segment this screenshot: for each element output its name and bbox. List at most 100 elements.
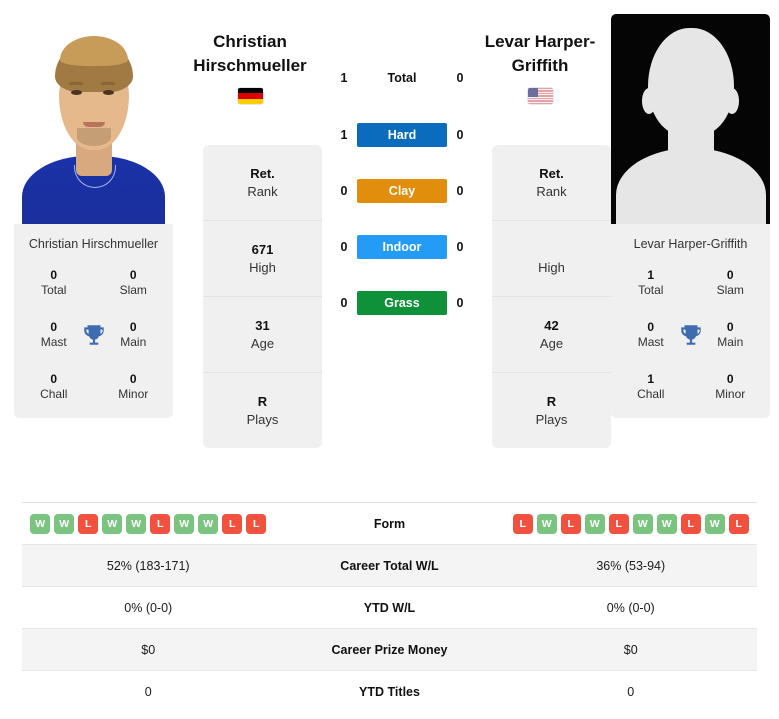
stats-table: WWLWWLWWLL Form LWLWLWWLWL 52% (183-171)…	[22, 502, 757, 712]
titles-minor-label: Minor	[715, 387, 746, 401]
titles-total: 0 Total	[14, 268, 94, 298]
surface-total-left-value: 1	[340, 71, 348, 85]
profile-high-value: 671	[251, 241, 274, 257]
titles-slam: 0 Slam	[691, 268, 771, 298]
surface-grass-right-value: 0	[456, 296, 464, 310]
profile-age: 42 Age	[492, 297, 611, 373]
surface-row-clay[interactable]: 0 Clay 0	[322, 177, 482, 205]
form-badge-loss: L	[78, 513, 99, 534]
titles-chall-value: 0	[50, 372, 58, 386]
surface-hard-bar[interactable]: Hard	[357, 123, 447, 147]
titles-chall-value: 1	[647, 372, 655, 386]
surface-row-hard[interactable]: 1 Hard 0	[322, 121, 482, 149]
form-badge-loss: L	[608, 513, 629, 534]
profile-age-label: Age	[250, 335, 275, 351]
profile-high-label: High	[538, 259, 565, 275]
titles-slam-value: 0	[129, 268, 137, 282]
player-left-name-line1: Christian	[213, 32, 287, 51]
player-right-header: Levar Harper- Griffith	[460, 30, 620, 104]
surface-total-label: Total	[387, 71, 417, 85]
row-label-career-wl: Career Total W/L	[340, 558, 439, 573]
row-label-ytd-titles: YTD Titles	[359, 684, 420, 699]
profile-age: 31 Age	[203, 297, 322, 373]
profile-plays-label: Plays	[246, 411, 279, 427]
profile-plays: R Plays	[492, 373, 611, 448]
form-badge-win: W	[656, 513, 677, 534]
player-left-name-caption: Christian Hirschmueller	[28, 237, 159, 251]
profile-plays: R Plays	[203, 373, 322, 448]
titles-minor-value: 0	[726, 372, 734, 386]
form-badge-win: W	[632, 513, 653, 534]
profile-plays-value: R	[546, 393, 557, 409]
form-left: WWLWWLWWLL	[22, 513, 275, 534]
player-left-card[interactable]: Christian Hirschmueller 0 Total 0 Slam 0…	[14, 14, 173, 418]
player-left-profile-column: Ret. Rank 671 High 31 Age R Plays	[203, 145, 322, 448]
profile-high: 671 High	[203, 221, 322, 297]
form-badge-win: W	[30, 513, 51, 534]
surface-row-indoor[interactable]: 0 Indoor 0	[322, 233, 482, 261]
profile-age-label: Age	[539, 335, 564, 351]
profile-rank-label: Rank	[536, 183, 567, 199]
player-right-titles-card: Levar Harper-Griffith 1 Total 0 Slam 0 M…	[611, 224, 770, 418]
surface-indoor-left-value: 0	[340, 240, 348, 254]
surface-indoor-right-value: 0	[456, 240, 464, 254]
titles-total-value: 0	[50, 268, 58, 282]
ytd-wl-left: 0% (0-0)	[124, 600, 173, 615]
avatar-placeholder-icon	[611, 14, 770, 224]
player-right-card[interactable]: Levar Harper-Griffith 1 Total 0 Slam 0 M…	[611, 14, 770, 418]
table-row-ytd-titles: 0 YTD Titles 0	[22, 671, 757, 712]
form-badges-right: LWLWLWWLWL	[505, 513, 758, 534]
profile-rank-value: Ret.	[539, 165, 564, 181]
surface-grass-bar[interactable]: Grass	[357, 291, 447, 315]
player-right-profile-column: Ret. Rank High 42 Age R Plays	[492, 145, 611, 448]
form-badge-loss: L	[680, 513, 701, 534]
form-badge-loss: L	[246, 513, 267, 534]
table-row-ytd-wl: 0% (0-0) YTD W/L 0% (0-0)	[22, 587, 757, 629]
ytd-titles-right: 0	[627, 684, 635, 699]
profile-rank-label: Rank	[247, 183, 278, 199]
titles-slam-label: Slam	[716, 283, 744, 297]
surface-clay-bar[interactable]: Clay	[357, 179, 447, 203]
form-badge-loss: L	[728, 513, 749, 534]
surface-clay-right-value: 0	[456, 184, 464, 198]
prize-money-right: $0	[623, 642, 638, 657]
table-row-form: WWLWWLWWLL Form LWLWLWWLWL	[22, 503, 757, 545]
player-right-titles-grid: 1 Total 0 Slam 0 Mast 0 Main 1 Chall 0 M…	[611, 268, 770, 402]
row-label-ytd-wl: YTD W/L	[363, 600, 416, 615]
profile-rank: Ret. Rank	[492, 145, 611, 221]
profile-age-value: 31	[255, 317, 270, 333]
form-badge-win: W	[536, 513, 557, 534]
row-label-prize-money: Career Prize Money	[331, 642, 448, 657]
player-right-name-line2: Griffith	[511, 56, 569, 75]
trophy-icon	[83, 325, 104, 345]
table-row-prize-money: $0 Career Prize Money $0	[22, 629, 757, 671]
form-badge-win: W	[54, 513, 75, 534]
surface-row-total: 1 Total 0	[322, 64, 482, 92]
head-to-head-comparison: Christian Hirschmueller 0 Total 0 Slam 0…	[0, 0, 779, 719]
career-wl-right: 36% (53-94)	[596, 558, 666, 573]
form-badge-win: W	[704, 513, 725, 534]
surface-clay-left-value: 0	[340, 184, 348, 198]
table-row-career-wl: 52% (183-171) Career Total W/L 36% (53-9…	[22, 545, 757, 587]
form-badge-loss: L	[560, 513, 581, 534]
player-right-name-caption: Levar Harper-Griffith	[633, 237, 748, 251]
form-badge-win: W	[126, 513, 147, 534]
surface-comparison-column: 1 Total 0 1 Hard 0 0 Clay 0 0 Indoor 0 0	[322, 12, 482, 345]
titles-slam-value: 0	[726, 268, 734, 282]
surface-row-grass[interactable]: 0 Grass 0	[322, 289, 482, 317]
surface-hard-left-value: 1	[340, 128, 348, 142]
profile-rank: Ret. Rank	[203, 145, 322, 221]
titles-total-label: Total	[638, 283, 664, 297]
player-left-photo	[14, 14, 173, 224]
player-left-header: Christian Hirschmueller	[170, 30, 330, 104]
career-wl-left: 52% (183-171)	[106, 558, 190, 573]
titles-chall: 1 Chall	[611, 372, 691, 402]
ytd-titles-left: 0	[144, 684, 152, 699]
surface-indoor-bar[interactable]: Indoor	[357, 235, 447, 259]
form-badge-loss: L	[512, 513, 533, 534]
surface-hard-right-value: 0	[456, 128, 464, 142]
surface-grass-left-value: 0	[340, 296, 348, 310]
form-badge-win: W	[584, 513, 605, 534]
profile-rank-value: Ret.	[250, 165, 275, 181]
titles-total-value: 1	[647, 268, 655, 282]
